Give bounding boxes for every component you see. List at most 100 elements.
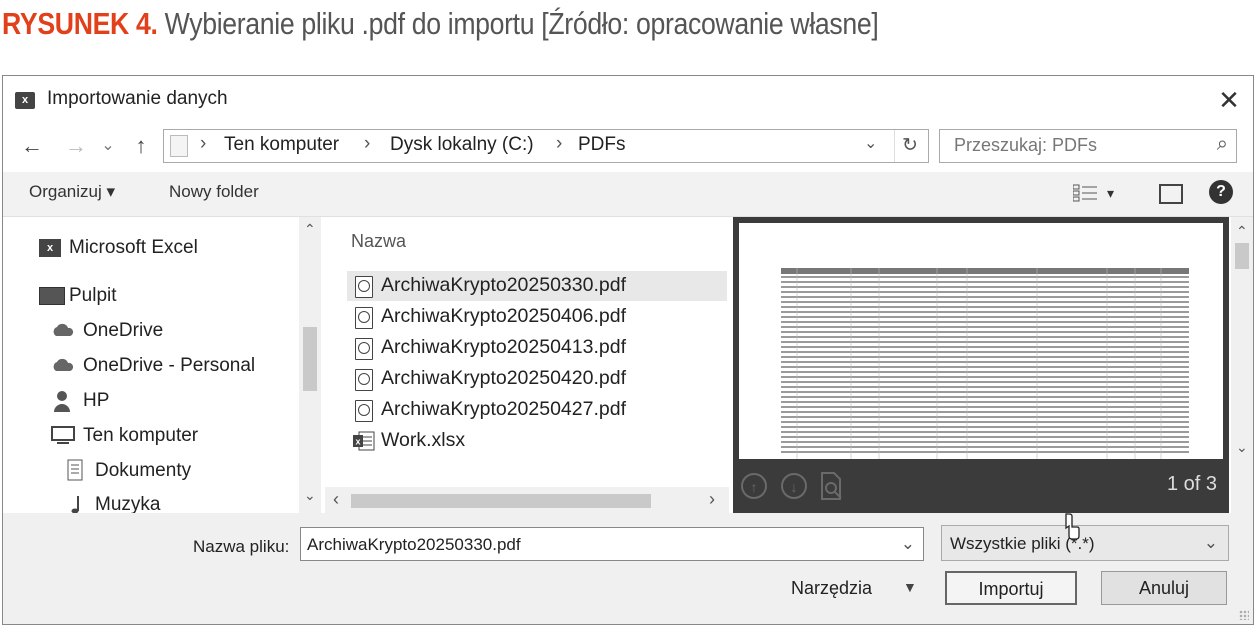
address-dropdown-icon[interactable]: ⌄ [864, 133, 877, 153]
figure-caption: RYSUNEK 4. Wybieranie pliku .pdf do impo… [2, 6, 879, 50]
pdf-page-preview [739, 223, 1223, 459]
file-name: ArchiwaKrypto20250330.pdf [381, 274, 626, 296]
music-icon [71, 496, 79, 514]
file-name: ArchiwaKrypto20250420.pdf [381, 367, 626, 389]
title-bar: x Importowanie danych ✕ [3, 76, 1253, 124]
view-list-icon[interactable] [1073, 184, 1097, 202]
scroll-left-icon[interactable]: ‹ [333, 489, 339, 510]
breadcrumb-separator-icon: › [556, 133, 563, 154]
filename-label: Nazwa pliku: [193, 537, 290, 556]
folder-icon [170, 135, 188, 157]
pdf-file-icon [355, 276, 373, 298]
pdf-file-icon [355, 369, 373, 391]
scroll-up-icon[interactable]: ⌃ [304, 221, 316, 238]
cancel-button[interactable]: Anuluj [1101, 571, 1227, 605]
dialog-title: Importowanie danych [47, 88, 228, 109]
file-list-hscrollbar[interactable]: ‹ › [325, 487, 729, 513]
file-item[interactable]: ArchiwaKrypto20250413.pdf [347, 333, 727, 363]
resize-grip-icon[interactable] [1239, 610, 1249, 620]
desktop-icon [39, 287, 65, 305]
preview-scroll-thumb[interactable] [1235, 243, 1249, 269]
scroll-up-icon[interactable]: ⌃ [1236, 223, 1248, 240]
file-item[interactable]: ArchiwaKrypto20250427.pdf [347, 395, 727, 425]
previous-page-icon[interactable]: ↑ [741, 473, 767, 499]
file-item[interactable]: ArchiwaKrypto20250330.pdf [347, 271, 727, 301]
cloud-icon [53, 323, 74, 336]
tools-dropdown-icon[interactable]: ▼ [903, 579, 917, 595]
scroll-down-icon[interactable]: ⌄ [304, 487, 316, 504]
svg-text:x: x [356, 437, 361, 447]
preview-scrollbar[interactable]: ⌃ ⌄ [1231, 217, 1253, 513]
breadcrumb-ten-komputer[interactable]: Ten komputer [224, 134, 339, 156]
excel-icon: x [39, 239, 61, 257]
command-bar: Organizuj ▾ Nowy folder ▾ [3, 172, 1253, 217]
nav-item-microsoft-excel[interactable]: Microsoft Excel [69, 237, 198, 259]
nav-item-pulpit[interactable]: Pulpit [69, 285, 117, 307]
search-icon[interactable]: ⌕ [1217, 133, 1228, 156]
address-bar[interactable]: › Ten komputer › Dysk lokalny (C:) › PDF… [163, 129, 929, 163]
nav-pane-scrollbar[interactable]: ⌃ ⌄ [299, 217, 321, 513]
page-count: 1 of 3 [1166, 473, 1217, 495]
figure-label: RYSUNEK 4. [2, 6, 158, 41]
breadcrumb-dysk-lokalny[interactable]: Dysk lokalny (C:) [390, 134, 534, 156]
column-header-name[interactable]: Nazwa [351, 231, 406, 252]
file-name: Work.xlsx [381, 429, 466, 451]
file-list: Nazwa ArchiwaKrypto20250330.pdf ArchiwaK… [325, 217, 729, 513]
refresh-icon[interactable]: ↻ [894, 130, 925, 162]
nav-item-dokumenty[interactable]: Dokumenty [95, 460, 191, 482]
scroll-down-icon[interactable]: ⌄ [1236, 439, 1248, 456]
nav-item-onedrive-personal[interactable]: OneDrive - Personal [83, 355, 255, 377]
filename-input[interactable]: ArchiwaKrypto20250330.pdf ⌄ [300, 527, 924, 561]
file-item[interactable]: x Work.xlsx [347, 426, 727, 456]
nav-pane-scroll-thumb[interactable] [303, 327, 317, 391]
navigation-pane: x Microsoft Excel Pulpit OneDrive OneDri… [3, 217, 321, 515]
page-search-icon[interactable] [819, 471, 845, 501]
file-name: ArchiwaKrypto20250406.pdf [381, 305, 626, 327]
up-arrow-icon[interactable]: ↑ [127, 130, 155, 162]
back-arrow-icon[interactable]: ← [17, 130, 47, 162]
breadcrumb-separator-icon: › [200, 133, 207, 154]
computer-icon [51, 426, 75, 444]
search-input[interactable]: Przeszukaj: PDFs ⌕ [939, 129, 1237, 163]
close-icon[interactable]: ✕ [1211, 82, 1247, 118]
scroll-right-icon[interactable]: › [709, 489, 715, 510]
mouse-pointer-icon [1065, 513, 1080, 540]
new-folder-button[interactable]: Nowy folder [169, 182, 259, 202]
breadcrumb-separator-icon: › [364, 133, 371, 154]
file-type-dropdown-icon[interactable]: ⌄ [1204, 533, 1218, 553]
next-page-icon[interactable]: ↓ [781, 473, 807, 499]
preview-pane: ↑ ↓ 1 of 3 [733, 217, 1229, 513]
pdf-file-icon [355, 338, 373, 360]
view-options-dropdown-icon[interactable]: ▾ [1107, 185, 1114, 202]
file-list-scroll-thumb[interactable] [351, 494, 651, 508]
document-icon [67, 459, 83, 481]
nav-item-hp[interactable]: HP [83, 390, 109, 412]
preview-pane-icon[interactable] [1159, 184, 1183, 204]
nav-item-ten-komputer[interactable]: Ten komputer [83, 425, 198, 447]
forward-arrow-icon[interactable]: → [61, 130, 91, 162]
help-icon[interactable]: ? [1209, 180, 1233, 204]
preview-toolbar: ↑ ↓ 1 of 3 [733, 459, 1229, 513]
recent-locations-icon[interactable]: ⌄ [99, 130, 117, 162]
file-name: ArchiwaKrypto20250427.pdf [381, 398, 626, 420]
pdf-table-thumbnail [781, 268, 1189, 459]
cloud-icon [53, 358, 74, 371]
organize-button[interactable]: Organizuj ▾ [29, 182, 115, 202]
user-icon [54, 391, 70, 412]
xlsx-file-icon: x [353, 431, 375, 451]
import-button[interactable]: Importuj [945, 571, 1077, 605]
excel-app-icon: x [15, 92, 35, 109]
file-name: ArchiwaKrypto20250413.pdf [381, 336, 626, 358]
import-dialog: x Importowanie danych ✕ ← → ⌄ ↑ › Ten ko… [2, 75, 1254, 625]
filename-value: ArchiwaKrypto20250330.pdf [307, 535, 521, 554]
pdf-file-icon [355, 307, 373, 329]
file-item[interactable]: ArchiwaKrypto20250420.pdf [347, 364, 727, 394]
search-placeholder: Przeszukaj: PDFs [954, 135, 1098, 155]
pdf-file-icon [355, 400, 373, 422]
tools-button[interactable]: Narzędzia [791, 578, 872, 599]
breadcrumb-pdfs[interactable]: PDFs [578, 134, 626, 156]
file-item[interactable]: ArchiwaKrypto20250406.pdf [347, 302, 727, 332]
file-type-select[interactable]: Wszystkie pliki (*.*) ⌄ [941, 525, 1229, 561]
filename-dropdown-icon[interactable]: ⌄ [901, 534, 915, 554]
nav-item-onedrive[interactable]: OneDrive [83, 320, 163, 342]
